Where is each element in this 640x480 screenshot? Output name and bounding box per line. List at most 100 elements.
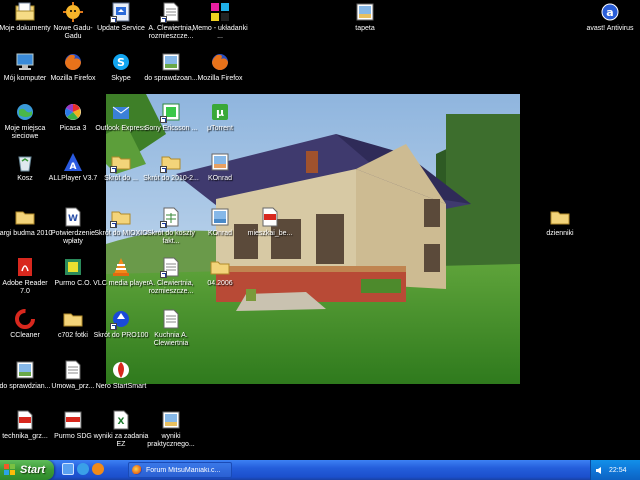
desktop-icon-purmo-co[interactable]: Purmo C.O. [48,256,98,288]
desktop-icon-label: Skrót do PRO100 [93,332,149,339]
desktop-icon-network-places[interactable]: Moje miejsca sieciowe [0,101,50,141]
desktop-icon-sony-ericsson[interactable]: Sony Ericsson ... [145,101,197,133]
desktop-icon-ccleaner[interactable]: CCleaner [0,308,50,340]
quick-launch [62,463,104,477]
shortcut-arrow-icon [110,166,117,173]
taskbar-button-firefox[interactable]: Forum MitsuManiaki.c... [128,462,232,478]
desktop-icon-outlook-express[interactable]: Outlook Express [95,101,147,133]
desktop-icon-mieszkai[interactable]: mieszkai_be... [245,206,295,238]
shortcut-arrow-icon [160,166,167,173]
pdf-icon [259,206,281,228]
shortcut-arrow-icon [160,271,167,278]
desktop-icon-skype[interactable]: S Skype [96,51,146,83]
desktop-icon-umowa[interactable]: Umowa_prz... [48,359,98,391]
desktop-icon-purmo-sdg[interactable]: Purmo SDG [48,409,98,441]
desktop-icon-kuchnia[interactable]: Kuchnia A. Clewiertnia [146,308,196,348]
image-icon [14,359,36,381]
document-icon [160,1,182,23]
utorrent-icon: μ [209,101,231,123]
folder-shortcut-icon [160,151,182,173]
my-documents-icon [14,1,36,23]
start-button[interactable]: Start [0,460,54,480]
desktop-icon-adobe-reader[interactable]: Adobe Reader 7.0 [0,256,50,296]
desktop-icon-firefox-1[interactable]: Mozilla Firefox [48,51,98,83]
desktop-icon-update-service[interactable]: Update Service [96,1,146,33]
ccleaner-icon [14,308,36,330]
memo-game-icon [209,1,231,23]
desktop-icon-label: wyniki praktycznego... [147,433,195,448]
folder-shortcut-icon [110,151,132,173]
desktop-icon-konrad-2[interactable]: KOnrad [195,206,245,238]
desktop-icon-label: Kuchnia A. Clewiertnia [153,332,189,347]
windows-logo-icon [4,464,16,476]
desktop-icon-skrot-2010[interactable]: Skrót do 2010-2... [143,151,199,183]
media-player-icon[interactable] [92,463,104,475]
desktop-icon-gadu-gadu[interactable]: Nowe Gadu-Gadu [48,1,98,41]
desktop-icon-my-documents[interactable]: Moje dokumenty [0,1,51,33]
recycle-bin-icon [14,151,36,173]
desktop-icon-targi-budma[interactable]: targi budma 2010 [0,206,52,238]
desktop-icon-my-computer[interactable]: Mój komputer [0,51,50,83]
svg-text:a: a [606,6,613,19]
desktop-icon-konrad-1[interactable]: KOnrad [195,151,245,183]
desktop-icon-label: dzienniki [546,230,574,237]
desktop-icon-c702-fotki[interactable]: c702 fotki [48,308,98,340]
sony-ericsson-icon [160,101,182,123]
desktop-icon-label: A. Clewiertnia, rozmieszcze... [148,280,194,295]
desktop-icon-wyniki-ez[interactable]: X wyniki za zadania EZ [94,409,148,449]
desktop-icon-label: Skrót do 2010-2... [143,175,199,182]
folder-icon [549,206,571,228]
adobe-reader-icon [14,256,36,278]
allplayer-icon: A [62,151,84,173]
firefox-icon [62,51,84,73]
desktop-icon-dzienniki[interactable]: dzienniki [535,206,585,238]
start-label: Start [20,464,46,476]
desktop-icon-tapeta[interactable]: tapeta [340,1,390,33]
desktop-icon-label: Update Service [97,25,145,32]
desktop-icon-skrot-pro100[interactable]: Skrót do PRO100 [93,308,149,340]
gadu-gadu-icon [62,1,84,23]
desktop-icon-label: KOnrad [207,175,233,182]
desktop-icon-label: μTorrent [207,125,233,132]
desktop-icon-clewiertnia-doc[interactable]: A. Clewiertnia, rozmieszcze... [146,1,196,41]
desktop-icon-skrot-koszty[interactable]: Skrót do koszty fakt... [146,206,196,246]
word-document-icon [62,359,84,381]
picasa-icon [62,101,84,123]
desktop-icon-do-sprawdzoan[interactable]: do sprawdzoan... [144,51,198,83]
desktop-icon-label: Mozilla Firefox [197,75,243,82]
folder-shortcut-icon [110,206,132,228]
outlook-express-icon [110,101,132,123]
clock[interactable]: 22:54 [609,467,627,474]
show-desktop-icon[interactable] [62,463,74,475]
desktop-icon-skrot-mioxio[interactable]: Skrót do MIOXIO [94,206,148,238]
desktop-icon-memo[interactable]: Memo - układanki ... [192,1,248,41]
desktop-icon-04-2006[interactable]: 04.2006 [195,256,245,288]
desktop-icon-skrot-1[interactable]: Skrót do ... [96,151,146,183]
desktop-icon-do-sprawdzian[interactable]: do sprawdzian... [0,359,50,391]
desktop-icon-allplayer[interactable]: A ALLPlayer V3.7 [48,151,98,183]
desktop-icon-picasa[interactable]: Picasa 3 [48,101,98,133]
volume-icon[interactable] [595,466,604,475]
desktop-icon-nero[interactable]: Nero StartSmart [96,359,146,391]
desktop-icon-firefox-2[interactable]: Mozilla Firefox [195,51,245,83]
internet-explorer-icon[interactable] [77,463,89,475]
desktop-icon-vlc[interactable]: VLC media player [93,256,149,288]
image-icon [160,51,182,73]
desktop-icon-technika[interactable]: technika_grz... [0,409,50,441]
pdf-icon [14,409,36,431]
desktop-icon-label: Skrót do koszty fakt... [147,230,195,245]
firefox-icon [132,465,142,475]
desktop-icon-avast[interactable]: a avast! Antivirus [585,1,635,33]
desktop-icon-label: tapeta [355,25,375,32]
folder-icon [62,308,84,330]
system-tray: 22:54 [590,460,640,480]
svg-text:μ: μ [216,106,224,119]
desktop-icon-potwierdzenie[interactable]: W Potwierdzenie wpłaty [48,206,98,246]
desktop-icon-recycle-bin[interactable]: Kosz [0,151,50,183]
desktop-icon-utorrent[interactable]: μ μTorrent [195,101,245,133]
desktop-icon-label: VLC media player [93,280,149,287]
desktop-icon-clewiertnia-doc-2[interactable]: A. Clewiertnia, rozmieszcze... [146,256,196,296]
desktop-icon-label: KOnrad [207,230,233,237]
desktop-icon-wyniki-praktycznego[interactable]: wyniki praktycznego... [146,409,196,449]
folder-icon [209,256,231,278]
